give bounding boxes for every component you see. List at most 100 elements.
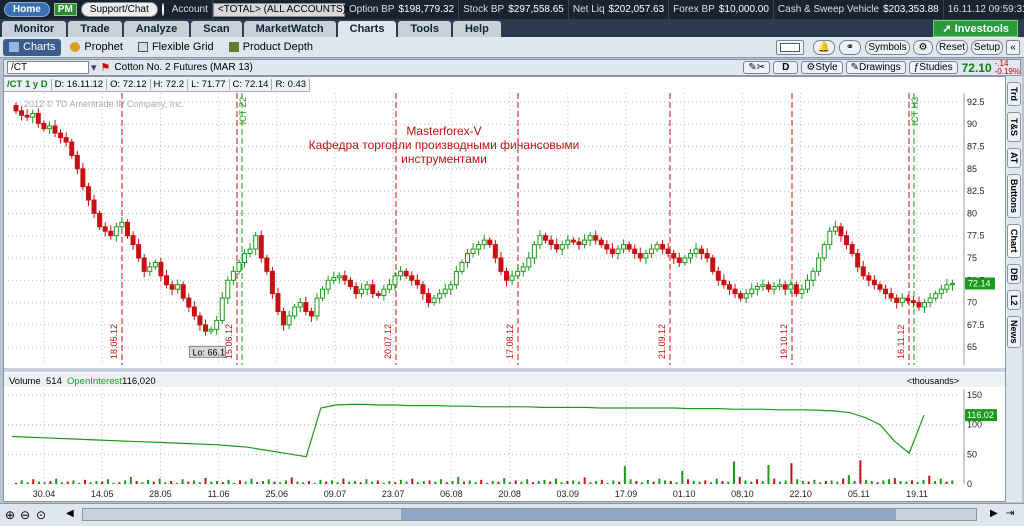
option-bp-value: $198,779.32 — [398, 4, 455, 15]
investools-button[interactable]: ➚ Investools — [933, 20, 1018, 37]
tab-trade[interactable]: Trade — [68, 21, 122, 37]
candle — [565, 239, 571, 246]
candle — [147, 266, 153, 272]
period-button[interactable]: D — [773, 61, 799, 74]
tab-marketwatch[interactable]: MarketWatch — [243, 21, 336, 37]
volume-bar — [227, 479, 230, 484]
scrollbar-thumb[interactable] — [401, 509, 896, 520]
annotation-line: Кафедра торговли производными финансовым… — [309, 138, 580, 152]
volume-bar — [216, 481, 219, 484]
volume-bar — [853, 481, 856, 484]
candle — [537, 235, 543, 246]
price-chart[interactable]: 6567.57072.57577.58082.58587.59092.530.0… — [4, 77, 1005, 501]
candle — [353, 286, 359, 295]
collapse-button[interactable]: « — [1006, 40, 1020, 55]
volume-bar — [497, 481, 500, 484]
volume-bar — [434, 481, 437, 484]
reset-button[interactable]: Reset — [936, 40, 968, 55]
tab-help[interactable]: Help — [452, 21, 501, 37]
account-select[interactable]: <TOTAL> (ALL ACCOUNTS) ▾ — [212, 2, 351, 17]
volume-bar — [549, 481, 552, 484]
tab-charts[interactable]: Charts — [337, 21, 397, 37]
zoom-out-icon[interactable]: ⊖ — [20, 508, 30, 522]
alert-icon[interactable] — [161, 3, 164, 16]
volume-bar — [784, 480, 787, 484]
candle — [253, 235, 259, 250]
setup-button[interactable]: Setup — [971, 40, 1003, 55]
candle — [777, 284, 783, 288]
candle — [938, 288, 944, 295]
subtab-flexible-grid[interactable]: Flexible Grid — [132, 39, 220, 56]
zoom-in-icon[interactable]: ⊕ — [5, 508, 15, 522]
scroll-right-icon[interactable]: ▶ — [990, 508, 998, 519]
volume-bar — [348, 481, 351, 484]
candle — [219, 297, 225, 321]
alert-bell-button[interactable]: 🔔 — [813, 40, 835, 55]
volume-bar — [336, 482, 339, 484]
studies-button[interactable]: ƒ Studies — [908, 61, 958, 74]
side-tab-l2[interactable]: L2 — [1007, 290, 1021, 310]
candle — [136, 244, 142, 259]
style-button[interactable]: ⚙ Style — [801, 61, 843, 74]
drawing-tools-button[interactable]: ✎✂ — [743, 61, 771, 74]
volume-bar — [170, 481, 173, 484]
symbol-input[interactable]: /CT — [7, 61, 89, 74]
candle — [726, 284, 732, 290]
grid-layout-button[interactable] — [776, 40, 804, 55]
candle — [844, 235, 850, 246]
candle — [738, 293, 744, 299]
flag-icon[interactable]: ⚑ — [101, 61, 111, 74]
tab-monitor[interactable]: Monitor — [2, 21, 67, 37]
settings-button[interactable]: ⚙ — [913, 40, 933, 55]
candle — [687, 253, 693, 259]
candle — [175, 284, 181, 290]
candle — [570, 239, 576, 243]
support-chat-button[interactable]: Support/Chat — [80, 2, 158, 17]
scroll-end-icon[interactable]: ⇥ — [1006, 508, 1014, 519]
time-tick-label: 17.09 — [615, 489, 638, 499]
subtab-charts[interactable]: Charts — [3, 38, 62, 56]
candle — [598, 239, 604, 246]
candle — [816, 257, 822, 272]
tab-scan[interactable]: Scan — [191, 21, 242, 37]
side-tab-db[interactable]: DB — [1007, 264, 1021, 284]
volume-bar — [911, 480, 914, 484]
candle — [63, 137, 69, 143]
side-tab-buttons[interactable]: Buttons — [1007, 174, 1021, 218]
link-button[interactable]: ⚭ — [839, 40, 861, 55]
pm-button[interactable]: PM — [53, 3, 77, 16]
volume-bar — [37, 481, 40, 484]
side-tab-trd[interactable]: Trd — [1007, 82, 1021, 106]
tab-tools[interactable]: Tools — [398, 21, 451, 37]
volume-bar — [422, 481, 425, 484]
drawings-button[interactable]: ✎ Drawings — [845, 61, 906, 74]
net-liq-label: Net Liq — [572, 4, 605, 15]
scroll-left-icon[interactable]: ◀ — [66, 508, 74, 519]
chart-symbol[interactable]: /CT 1 y D — [4, 78, 52, 90]
side-tab-tns[interactable]: T&S — [1007, 112, 1021, 142]
symbol-dropdown-icon[interactable]: ▾ — [91, 61, 97, 74]
time-tick-label: 05.11 — [848, 489, 870, 499]
subtab-prophet[interactable]: Prophet — [64, 39, 129, 56]
ohlc-close: C: 72.14 — [230, 78, 273, 90]
side-tab-news[interactable]: News — [1007, 316, 1021, 348]
volume-bar — [371, 481, 374, 484]
time-tick-label: 09.07 — [324, 489, 347, 499]
volume-bar — [480, 479, 483, 484]
volume-bar — [916, 482, 919, 484]
volume-bar — [888, 479, 891, 484]
subtab-product-depth[interactable]: Product Depth — [223, 39, 319, 56]
side-tab-at[interactable]: AT — [1007, 148, 1021, 168]
symbols-button[interactable]: Symbols — [865, 40, 910, 55]
bell-icon: 🔔 — [817, 42, 831, 53]
zoom-reset-icon[interactable]: ⊙ — [36, 508, 46, 522]
tab-analyze[interactable]: Analyze — [123, 21, 190, 37]
time-tick-label: 20.08 — [498, 489, 521, 499]
candle — [788, 284, 794, 290]
volume-bar — [463, 481, 466, 484]
chart-panel[interactable]: 6567.57072.57577.58082.58587.59092.530.0… — [3, 76, 1006, 502]
volume-bar — [669, 481, 672, 484]
time-scrollbar[interactable] — [82, 508, 977, 521]
home-button[interactable]: Home — [4, 2, 50, 17]
side-tab-chart[interactable]: Chart — [1007, 224, 1021, 258]
